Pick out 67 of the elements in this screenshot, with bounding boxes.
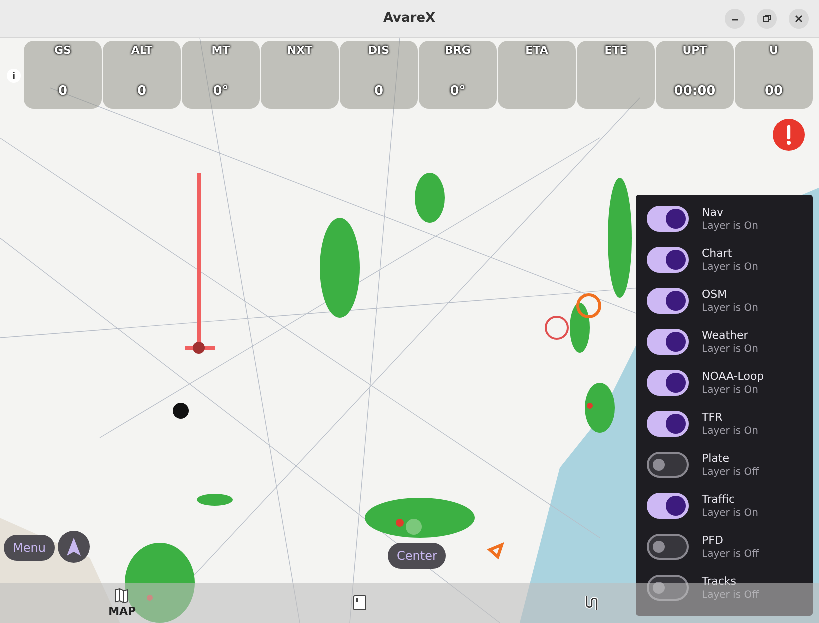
layer-name: OSM	[702, 288, 728, 301]
layer-name: PFD	[702, 534, 724, 547]
instrument-value: 00:00	[674, 84, 716, 99]
layer-status: Layer is On	[702, 508, 758, 519]
instrument-label: UPT	[682, 44, 708, 57]
navigation-arrow-icon	[66, 537, 82, 557]
instrument-value: 0°	[450, 84, 466, 99]
layer-toggle[interactable]	[647, 534, 689, 560]
layer-toggle[interactable]	[647, 288, 689, 314]
document-icon	[353, 595, 368, 611]
layer-status: Layer is On	[702, 344, 758, 355]
maximize-button[interactable]	[757, 9, 777, 29]
route-icon	[584, 594, 600, 612]
layer-name: Tracks	[702, 575, 738, 588]
instrument-value: 0	[374, 84, 384, 99]
bottom-tab[interactable]	[584, 594, 600, 612]
layer-status: Layer is Off	[702, 467, 759, 478]
layer-status: Layer is On	[702, 221, 758, 232]
layer-name: Chart	[702, 247, 734, 260]
triangle-marker	[487, 542, 504, 560]
bottom-tab[interactable]	[353, 595, 368, 611]
alert-icon[interactable]	[773, 119, 805, 151]
instrument-value: 0°	[213, 84, 229, 99]
layer-name: Nav	[702, 206, 724, 219]
layer-name: NOAA-Loop	[702, 370, 764, 383]
layer-toggle[interactable]	[647, 493, 689, 519]
instrument-label: ALT	[131, 44, 153, 57]
instrument-label: MT	[212, 44, 230, 57]
instrument-label: BRG	[445, 44, 471, 57]
layer-toggle[interactable]	[647, 575, 689, 601]
instrument-label: ETA	[526, 44, 548, 57]
ring-marker	[576, 294, 602, 318]
close-button[interactable]	[789, 9, 809, 29]
layer-name: TFR	[702, 411, 724, 424]
close-icon	[794, 14, 804, 24]
center-button[interactable]: Center	[388, 543, 446, 569]
layer-toggle[interactable]	[647, 411, 689, 437]
layer-status: Layer is On	[702, 426, 758, 437]
window-title: AvareX	[383, 11, 436, 26]
instrument-label: GS	[54, 44, 72, 57]
instrument-label: NXT	[287, 44, 313, 57]
ring-marker	[545, 316, 569, 340]
layer-toggle[interactable]	[647, 206, 689, 232]
layer-name: Traffic	[702, 493, 736, 506]
instrument-label: U	[770, 44, 778, 57]
layer-toggle[interactable]	[647, 370, 689, 396]
layer-name: Weather	[702, 329, 750, 342]
instrument-label: ETE	[604, 44, 628, 57]
map-icon	[115, 588, 130, 604]
layer-status: Layer is Off	[702, 549, 759, 560]
restore-icon	[762, 14, 772, 24]
instrument-value: 00	[764, 84, 784, 99]
instrument-label: DIS	[368, 44, 390, 57]
layer-status: Layer is On	[702, 303, 758, 314]
instrument-value: 0	[58, 84, 68, 99]
dot-marker	[406, 519, 422, 535]
layer-name: Plate	[702, 452, 731, 465]
menu-button[interactable]: Menu	[4, 535, 55, 561]
info-icon[interactable]	[7, 69, 21, 83]
layer-toggle[interactable]	[647, 329, 689, 355]
layer-status: Layer is On	[702, 385, 760, 396]
layer-toggle[interactable]	[647, 247, 689, 273]
layer-status: Layer is On	[702, 262, 758, 273]
layer-toggle[interactable]	[647, 452, 689, 478]
instrument-value: 0	[137, 84, 147, 99]
navigate-button[interactable]	[58, 531, 90, 563]
bottom-tab[interactable]: MAP	[108, 588, 136, 618]
